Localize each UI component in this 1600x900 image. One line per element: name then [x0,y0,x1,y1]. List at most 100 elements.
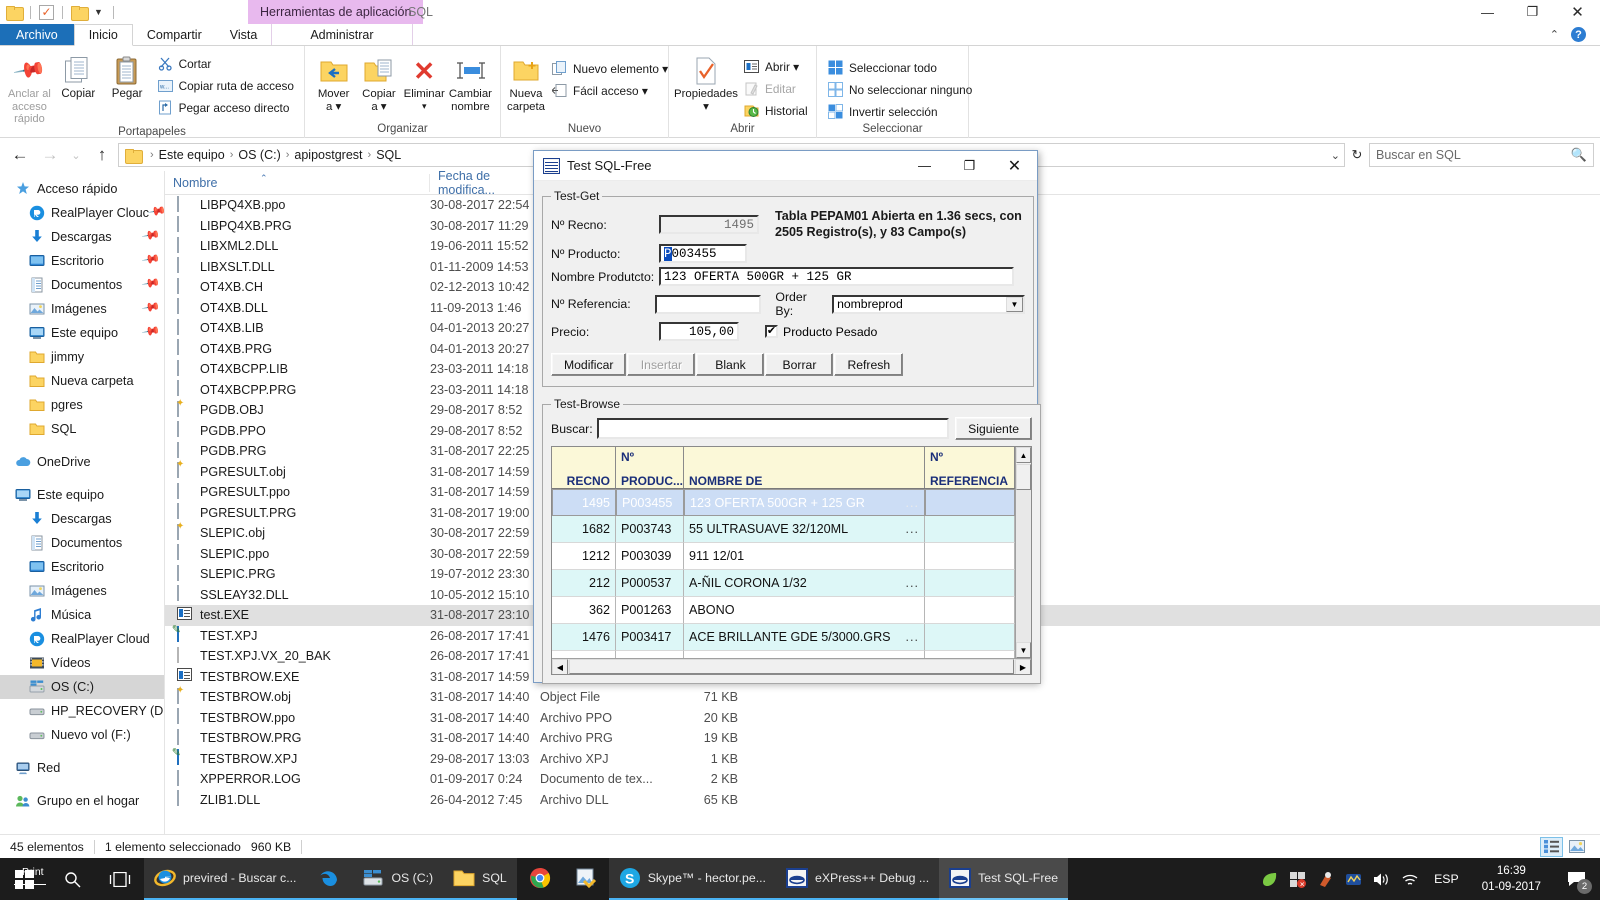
nav-item-im-genes[interactable]: Imágenes [0,579,164,603]
dialog-title-bar[interactable]: Test SQL-Free — ❐ ✕ [534,151,1037,181]
breadcrumb-item-3[interactable]: SQL [376,148,401,162]
browse-row[interactable]: 1495 P003455 123 OFERTA 500GR + 125 GR... [552,489,1031,517]
minimize-button[interactable]: — [1465,0,1510,24]
search-input[interactable]: Buscar en SQL 🔍 [1369,143,1594,167]
vscroll-track[interactable] [1016,490,1031,643]
nav-item-hp-recovery-d-[interactable]: HP_RECOVERY (D:) [0,699,164,723]
breadcrumb-item-1[interactable]: OS (C:) [238,148,280,162]
tab-inicio[interactable]: Inicio [73,24,133,46]
taskbar-app-skype-hector-pe[interactable]: S Skype™ - hector.pe... [608,858,776,900]
file-row[interactable]: TESTBROW.obj 31-08-2017 14:40 Object File 7… [165,687,1600,708]
recent-locations-icon[interactable]: ⌄ [66,142,86,168]
audio-mixer-icon[interactable] [1344,870,1363,889]
collapse-ribbon-icon[interactable]: ⌃ [1550,28,1559,41]
taskbar-app-os-c[interactable]: OS (C:) [352,858,444,900]
folder-icon[interactable] [6,5,24,21]
nav-item-im-genes[interactable]: Imágenes 📌 [0,297,164,321]
precio-field[interactable]: 105,00 [659,322,739,342]
properties-check-icon[interactable]: ✓ [39,4,54,20]
nav-item-escritorio[interactable]: Escritorio [0,555,164,579]
nav-item-onedrive[interactable]: OneDrive [0,450,164,474]
move-to-button[interactable]: Mover a ▾ [311,50,356,114]
pin-icon[interactable]: 📌 [141,273,164,296]
column-header-fecha[interactable]: Fecha de modifica... [430,171,540,197]
taskbar-app-chrome[interactable] [517,858,563,900]
file-row[interactable]: XPPERROR.LOG 01-09-2017 0:24 Documento de … [165,769,1600,790]
pin-icon[interactable]: 📌 [141,249,164,272]
tab-administrar[interactable]: Administrar [272,24,412,45]
invert-selection-button[interactable]: Invertir selección [823,101,976,122]
browse-row[interactable]: 1212 P003039 911 12/01 [552,543,1031,571]
ccleaner-icon[interactable] [1316,870,1335,889]
history-button[interactable]: Historial [739,100,812,121]
security-shield-icon[interactable]: ✕ [1288,870,1307,889]
refresh-icon[interactable]: ↻ [1347,142,1367,168]
order-by-select[interactable]: nombreprod ▼ [832,294,1025,314]
nav-item-pgres[interactable]: pgres [0,393,164,417]
pin-to-quick-access-button[interactable]: 📌 Anclar al acceso rápido [6,50,53,126]
new-folder-button[interactable]: Nueva carpeta [507,50,545,114]
nav-item-grupo-en-el-hogar[interactable]: Grupo en el hogar [0,789,164,813]
help-icon[interactable]: ? [1571,27,1586,42]
select-all-button[interactable]: Seleccionar todo [823,57,976,78]
taskbar-search-icon[interactable] [48,858,96,900]
up-arrow-icon[interactable]: ↑ [88,142,116,168]
nav-item-v-deos[interactable]: Vídeos [0,651,164,675]
windows-start-icon[interactable]: Print [0,858,48,900]
taskbar-app-sql[interactable]: SQL [443,858,517,900]
nav-item-descargas[interactable]: Descargas [0,507,164,531]
nav-item-nuevo-vol-f-[interactable]: Nuevo vol (F:) [0,723,164,747]
paste-button[interactable]: Pegar [104,50,151,101]
close-button[interactable]: ✕ [1555,0,1600,24]
nav-item-realplayer-cloud[interactable]: RealPlayer Cloud [0,627,164,651]
refresh-button[interactable]: Refresh [834,353,904,377]
file-row[interactable]: TESTBROW.XPJ 29-08-2017 13:03 Archivo XPJ 1… [165,749,1600,770]
chevron-down-icon[interactable]: ▼ [92,7,105,17]
show-hidden-icons-arrow[interactable] [1232,870,1251,889]
large-icons-view-icon[interactable] [1565,837,1588,857]
th-producto[interactable]: Nº PRODUC... [616,447,684,489]
file-row[interactable]: TESTBROW.ppo 31-08-2017 14:40 Archivo PPO 2… [165,708,1600,729]
nav-item-documentos[interactable]: Documentos 📌 [0,273,164,297]
delete-button[interactable]: ✕ Eliminar ▾ [402,50,447,111]
scroll-up-arrow-icon[interactable]: ▲ [1016,447,1031,464]
th-nombre[interactable]: NOMBRE DE [684,447,925,489]
forward-arrow-icon[interactable]: → [36,142,64,168]
pin-icon[interactable]: 📌 [141,297,164,320]
select-none-button[interactable]: No seleccionar ninguno [823,79,976,100]
browse-horizontal-scrollbar[interactable]: ◀ ▶ [552,658,1031,675]
tab-archivo[interactable]: Archivo [0,24,74,45]
breadcrumb-separator[interactable]: › [283,149,293,161]
breadcrumb-item-2[interactable]: apipostgrest [294,148,362,162]
pin-icon[interactable]: 📌 [141,225,164,248]
cut-button[interactable]: Cortar [153,53,298,74]
action-center-icon[interactable]: 2 [1558,858,1594,900]
taskbar-app-image-app[interactable] [563,858,609,900]
paste-shortcut-button[interactable]: Pegar acceso directo [153,97,298,118]
nav-item-este-equipo[interactable]: Este equipo 📌 [0,321,164,345]
copy-path-button[interactable]: w... Copiar ruta de acceso [153,75,298,96]
leaf-icon[interactable] [1260,870,1279,889]
maximize-button[interactable]: ❐ [1510,0,1555,24]
taskbar-app-test-sql-free[interactable]: Test SQL-Free [939,858,1069,900]
taskbar-app-express-debug[interactable]: eXPress++ Debug ... [775,858,940,900]
task-view-icon[interactable] [96,858,144,900]
breadcrumb-separator[interactable]: › [365,149,375,161]
hscroll-thumb[interactable] [569,659,1014,675]
browse-vertical-scrollbar[interactable]: ▲ ▼ [1015,447,1031,659]
language-indicator[interactable]: ESP [1428,872,1465,886]
buscar-input[interactable] [596,418,950,440]
producto-pesado-checkbox[interactable]: ✔ [765,325,778,339]
nav-item-os-c-[interactable]: OS (C:) [0,675,164,699]
producto-field[interactable]: P 003455 [659,244,747,264]
nav-item-realplayer-clouc[interactable]: RealPlayer Clouc 📌 [0,201,164,225]
nav-item-este-equipo[interactable]: Este equipo [0,483,164,507]
address-dropdown-icon[interactable]: ⌄ [1331,149,1340,162]
taskbar-app-edge[interactable] [306,858,353,900]
easy-access-button[interactable]: Fácil acceso ▾ [547,80,672,101]
browse-row[interactable]: 212 P000537 A-ÑIL CORONA 1/32... [552,570,1031,598]
column-header-nombre[interactable]: Nombre ⌃ [165,173,430,192]
nav-item-nueva-carpeta[interactable]: Nueva carpeta [0,369,164,393]
copy-button[interactable]: Copiar [55,50,102,101]
nav-item-red[interactable]: Red [0,756,164,780]
